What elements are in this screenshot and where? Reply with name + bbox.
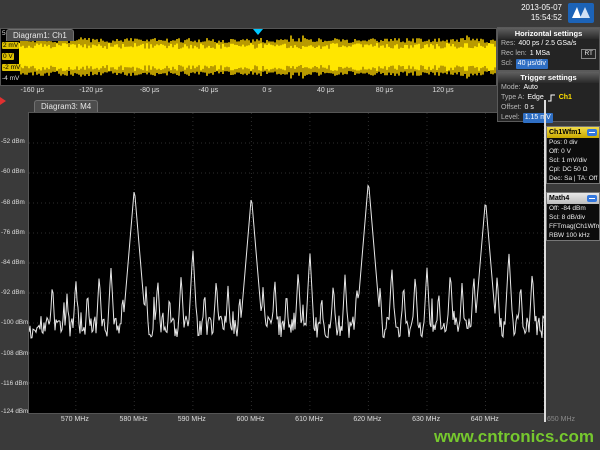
math4-row: FFTmag(Ch1Wfm1)	[547, 222, 599, 231]
diagram3-xtick: 580 MHz	[120, 416, 148, 423]
trigger-settings-panel: Trigger settings Mode: Auto Type A: Edge…	[497, 71, 600, 122]
horizontal-settings-panel: Horizontal settings Res: 400 ps / 2.5 GS…	[497, 27, 600, 71]
ch1wfm1-row: Dec: Sa | TA: Off	[547, 174, 599, 183]
trigger-offset-value: 0 s	[525, 103, 534, 113]
diagram1-xtick: -40 μs	[199, 87, 219, 94]
diagram3-ytick: -68 dBm	[1, 199, 25, 206]
tab-diagram1[interactable]: Diagram1: Ch1	[6, 29, 74, 41]
diagram1-ylabel-channel: -2 mV	[2, 64, 21, 71]
res-value: 400 ps / 2.5 GSa/s	[518, 39, 576, 49]
diagram3-xtick: 640 MHz	[471, 416, 499, 423]
tab-diagram3[interactable]: Diagram3: M4	[34, 100, 98, 112]
diagram1-xtick: 80 μs	[376, 87, 393, 94]
horizontal-settings-header[interactable]: Horizontal settings	[498, 28, 599, 39]
trigger-mode-label: Mode:	[501, 83, 520, 93]
diagram3-xtick: 600 MHz	[236, 416, 264, 423]
ch1wfm1-row: Scl: 1 mV/div	[547, 156, 599, 165]
diagram3-x-axis: 570 MHz 580 MHz 590 MHz 600 MHz 610 MHz …	[28, 416, 543, 426]
system-datetime: 2013-05-07 15:54:52	[486, 3, 562, 23]
diagram3-xtick: 570 MHz	[61, 416, 89, 423]
diagram1-xtick: -120 μs	[79, 87, 103, 94]
diagram1-xtick: 40 μs	[317, 87, 334, 94]
edge-trigger-icon	[547, 94, 556, 102]
reclen-value: 1 MSa	[530, 49, 550, 59]
diagram1-ylabel-channel: 2 mV	[2, 42, 19, 49]
diagram3-plot-area[interactable]	[28, 112, 545, 414]
ch1wfm1-signal-badge[interactable]: Ch1Wfm1 Pos: 0 div Off: 0 V Scl: 1 mV/di…	[546, 126, 600, 184]
diagram3-ytick: -100 dBm	[1, 319, 28, 326]
trigger-source-value: Ch1	[559, 93, 572, 103]
diagram3-xtick: 610 MHz	[295, 416, 323, 423]
diagram1-xtick: -160 μs	[21, 87, 45, 94]
oscilloscope-screen: 5 mV 2 mV 0 V -2 mV -4 mV Diagram1: Ch1 …	[0, 0, 600, 450]
rohde-schwarz-logo-icon	[568, 3, 594, 23]
trigger-settings-header[interactable]: Trigger settings	[498, 72, 599, 83]
diagram3-xtick: 620 MHz	[353, 416, 381, 423]
diagram1-xtick: -80 μs	[140, 87, 160, 94]
diagram3-ytick: -52 dBm	[1, 138, 25, 145]
ch1wfm1-row: Pos: 0 div	[547, 138, 599, 147]
diagram3-xtick: 630 MHz	[412, 416, 440, 423]
reclen-label: Rec len:	[501, 49, 527, 59]
math4-row: RBW 100 kHz	[547, 231, 599, 240]
diagram1-xtick: 120 μs	[432, 87, 453, 94]
diagram1-ylabel: -4 mV	[2, 75, 19, 82]
trigger-type-label: Type A:	[501, 93, 524, 103]
trigger-level-value[interactable]: 1.15 mV	[523, 113, 553, 123]
diagram3-ytick: -124 dBm	[1, 408, 28, 415]
diagram1-x-axis: -160 μs -120 μs -80 μs -40 μs 0 s 40 μs …	[18, 87, 495, 97]
diagram3-ytick: -60 dBm	[1, 168, 25, 175]
channel1-waveform-svg	[19, 29, 496, 85]
diagram3-ytick: -84 dBm	[1, 259, 25, 266]
watermark-text: www.cntronics.com	[434, 427, 594, 447]
diagram1-plot-area[interactable]: 5 mV 2 mV 0 V -2 mV -4 mV	[0, 28, 497, 86]
system-time: 15:54:52	[486, 13, 562, 23]
math4-row: Scl: 8 dB/div	[547, 213, 599, 222]
minimize-icon[interactable]	[587, 129, 597, 136]
diagram3-ytick: -92 dBm	[1, 289, 25, 296]
math4-badge-title: Math4	[549, 193, 587, 204]
realtime-badge: RT	[581, 49, 596, 59]
diagram1-xtick: 0 s	[262, 87, 271, 94]
diagram3-ytick: -108 dBm	[1, 350, 28, 357]
trigger-position-marker-icon[interactable]	[253, 29, 263, 35]
trigger-mode-value: Auto	[523, 83, 537, 93]
ch1wfm1-row: Cpl: DC 50 Ω	[547, 165, 599, 174]
diagram3-ytick: -116 dBm	[1, 380, 28, 387]
ch1wfm1-row: Off: 0 V	[547, 147, 599, 156]
hscale-label: Scl:	[501, 59, 513, 69]
hscale-value[interactable]: 40 μs/div	[516, 59, 548, 69]
diagram3-y-axis: -52 dBm -60 dBm -68 dBm -76 dBm -84 dBm …	[1, 112, 27, 414]
system-date: 2013-05-07	[486, 3, 562, 13]
ch1wfm1-badge-header[interactable]: Ch1Wfm1	[547, 127, 599, 138]
trigger-offset-label: Offset:	[501, 103, 522, 113]
diagram3-xtick: 590 MHz	[178, 416, 206, 423]
trigger-type-value: Edge	[527, 93, 543, 103]
spectrum-trace-svg	[29, 113, 544, 413]
math4-signal-badge[interactable]: Math4 Off: -84 dBm Scl: 8 dB/div FFTmag(…	[546, 192, 600, 241]
diagram3-ytick: -76 dBm	[1, 229, 25, 236]
math4-badge-header[interactable]: Math4	[547, 193, 599, 204]
trigger-level-marker-icon[interactable]	[0, 97, 6, 105]
ch1wfm1-badge-title: Ch1Wfm1	[549, 127, 587, 138]
diagram3-xtick: 650 MHz	[547, 416, 575, 423]
minimize-icon[interactable]	[587, 195, 597, 202]
res-label: Res:	[501, 39, 515, 49]
trigger-level-label: Level:	[501, 113, 520, 123]
math4-row: Off: -84 dBm	[547, 204, 599, 213]
diagram1-ylabel-channel: 0 V	[2, 53, 14, 60]
